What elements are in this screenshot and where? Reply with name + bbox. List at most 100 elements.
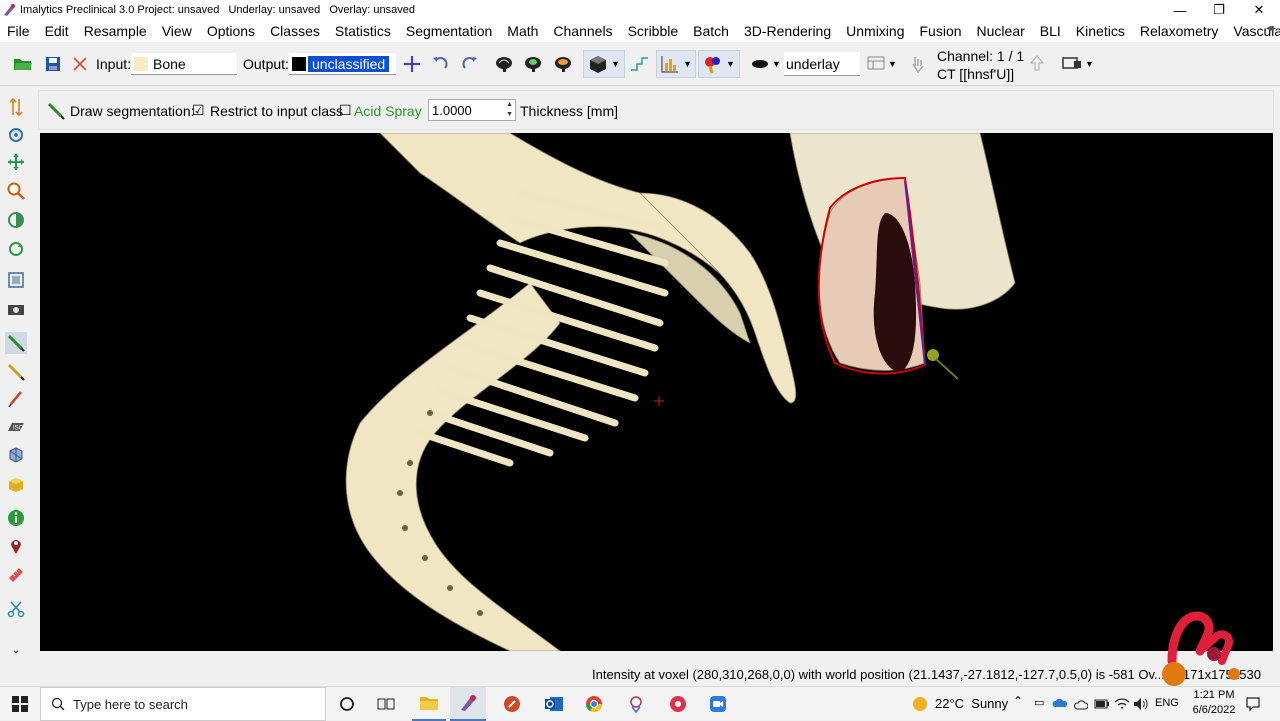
underlay-mode-button[interactable]: ▼ [748,52,784,76]
chevron-down-icon: ▼ [772,59,781,69]
battery-icon[interactable] [1094,698,1110,710]
menu-file[interactable]: File [0,23,38,39]
ruler-icon[interactable] [5,564,27,586]
menu-scribble[interactable]: Scribble [621,23,687,39]
layout-button[interactable]: ▼ [862,52,902,76]
language-indicator[interactable]: ENG [1155,697,1179,709]
cloud-outline-icon[interactable] [1074,698,1088,710]
menu-fusion[interactable]: Fusion [913,23,970,39]
clock-date[interactable]: 6/6/2022 [1184,704,1244,716]
brain-green-icon[interactable] [521,52,545,76]
file-explorer-icon[interactable] [412,687,446,721]
cortana-icon[interactable] [334,687,360,721]
brush-icon[interactable] [5,361,27,383]
brain-orange-icon[interactable] [551,52,575,76]
menu-relaxometry[interactable]: Relaxometry [1133,23,1227,39]
brain-view-icon[interactable] [492,52,516,76]
render-viewport[interactable] [40,133,1273,651]
step-curve-icon[interactable] [627,52,651,76]
weather-text[interactable]: 22°C Sunny [935,696,1008,711]
wifi-icon[interactable] [1114,697,1130,711]
location-pin-icon[interactable] [5,535,27,557]
restrict-checkbox[interactable]: ☑ [192,102,205,119]
input-class-select[interactable]: Bone [131,53,237,75]
pencil-icon[interactable] [5,388,27,410]
menu-kinetics[interactable]: Kinetics [1069,23,1133,39]
recorder-icon[interactable] [662,687,694,721]
tray-chevron-up-icon[interactable]: ⌃ [1013,694,1023,708]
menu-scroll-icon[interactable]: ◂▸ [1266,23,1276,34]
imalytics-taskbar-icon[interactable] [450,687,486,721]
add-class-icon[interactable] [400,52,424,76]
start-windows-icon[interactable] [0,687,40,721]
menu-edit[interactable]: Edit [38,23,77,39]
up-arrow-icon[interactable] [1026,52,1048,74]
acid-spray-label: Acid Spray [354,103,422,119]
rotate-icon[interactable] [5,238,27,260]
menu-batch[interactable]: Batch [686,23,737,39]
move-vertical-icon[interactable] [5,96,27,118]
snipping-tool-icon[interactable] [620,687,652,721]
clear-x-icon[interactable] [70,54,90,74]
clock-time[interactable]: 1:21 PM [1188,689,1240,701]
zoom-app-icon[interactable] [702,687,734,721]
box-icon[interactable] [5,474,27,496]
menu-classes[interactable]: Classes [263,23,328,39]
save-icon[interactable] [42,54,64,74]
pan-icon[interactable] [5,151,27,173]
menu-resample[interactable]: Resample [77,23,155,39]
onedrive-cloud-icon[interactable] [1052,698,1068,708]
close-button[interactable]: ✕ [1239,0,1279,20]
minimize-button[interactable]: — [1160,0,1200,20]
menu-channels[interactable]: Channels [546,23,620,39]
menu-view[interactable]: View [155,23,200,39]
target-icon[interactable] [5,124,27,146]
menu-segmentation[interactable]: Segmentation [399,23,500,39]
rib [496,239,669,297]
window-level-icon[interactable] [5,209,27,231]
search-placeholder: Type here to search [73,696,188,712]
histogram-button[interactable]: ▼ [656,50,696,78]
menu-nuclear[interactable]: Nuclear [970,23,1033,39]
tray-device-icon[interactable]: ▭ [1034,696,1044,709]
camera-icon[interactable] [5,298,27,320]
colormap-button[interactable]: ▼ [698,50,740,78]
open-folder-icon[interactable] [12,54,34,74]
underlay-select[interactable]: underlay [784,52,860,76]
output-class-select[interactable]: unclassified [289,53,396,75]
chrome-icon[interactable] [578,687,610,721]
menu-3d-rendering[interactable]: 3D-Rendering [737,23,839,39]
iso-icon[interactable]: ISO [5,416,27,438]
redo-icon[interactable] [458,52,482,76]
menu-math[interactable]: Math [500,23,546,39]
undo-icon[interactable] [428,52,452,76]
scissors-icon[interactable] [5,598,27,620]
notifications-icon[interactable] [1245,696,1261,712]
thickness-stepper[interactable]: 1.0000 ▲ ▼ [428,99,516,121]
restore-button[interactable]: ❐ [1199,0,1239,20]
mesh-icon[interactable] [5,444,27,466]
menu-unmixing[interactable]: Unmixing [839,23,912,39]
speaker-icon[interactable] [1133,697,1149,711]
crop-box-icon[interactable] [5,269,27,291]
stepper-arrows-icon[interactable]: ▲ ▼ [506,100,513,120]
outlook-icon[interactable] [538,687,570,721]
taskbar-search-box[interactable]: Type here to search [40,687,326,721]
menu-bli[interactable]: BLI [1033,23,1069,39]
app-red-icon[interactable] [496,687,528,721]
more-tools-chevron-icon[interactable]: ⌄ [5,642,27,658]
zoom-icon[interactable] [5,180,27,202]
chevron-down-icon: ▼ [726,59,735,69]
vertebra-hole [402,525,408,531]
render-cube-button[interactable]: ▼ [583,50,625,78]
underlay-value: underlay [786,55,840,72]
display-options-button[interactable]: ▼ [1058,52,1098,76]
vertebra-hole [422,555,428,561]
info-icon[interactable] [5,507,27,529]
acid-spray-checkbox[interactable]: ☐ [339,102,352,119]
draw-segmentation-icon[interactable] [5,332,27,354]
hand-pointer-icon[interactable] [906,52,930,76]
menu-statistics[interactable]: Statistics [328,23,399,39]
task-view-icon[interactable] [372,687,400,721]
menu-options[interactable]: Options [200,23,263,39]
